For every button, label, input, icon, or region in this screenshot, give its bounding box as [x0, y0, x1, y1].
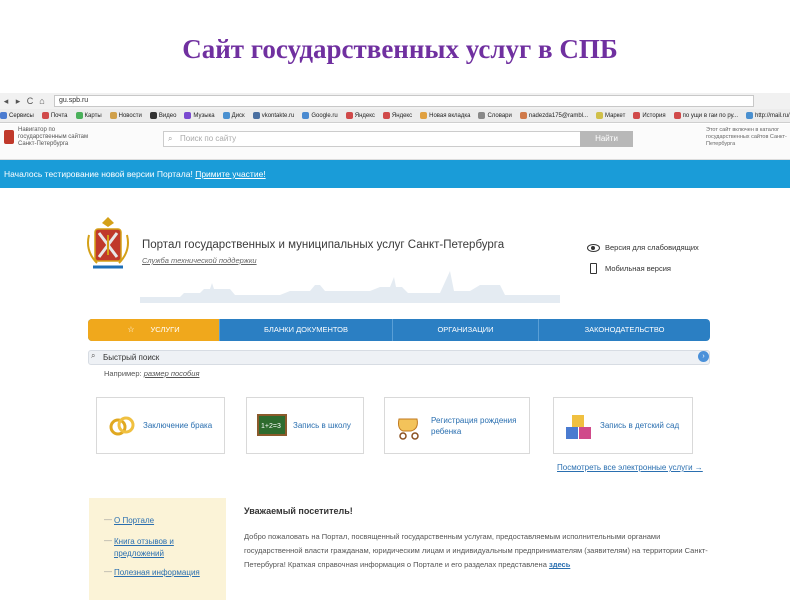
banner-link[interactable]: Примите участие!	[195, 169, 265, 179]
mobile-version-link[interactable]: Мобильная версия	[587, 263, 671, 274]
support-link[interactable]: Служба технической поддержки	[142, 256, 257, 265]
bookmark-icon	[184, 112, 192, 119]
back-icon[interactable]: ◂	[0, 96, 12, 107]
test-banner: Началось тестирование новой версии Порта…	[0, 160, 790, 188]
bookmark-item[interactable]: Видео	[149, 112, 176, 119]
all-services-link[interactable]: Посмотреть все электронные услуги →	[557, 463, 703, 472]
bookmark-item[interactable]: Яндекс	[345, 112, 375, 119]
find-button[interactable]: Найти	[580, 131, 633, 147]
search-icon: ⌕	[168, 134, 173, 143]
bookmark-item[interactable]: Новая вкладка	[420, 112, 470, 119]
accessibility-label: Версия для слабовидящих	[605, 243, 699, 252]
bookmark-icon	[478, 112, 486, 119]
bookmark-item[interactable]: http://mail.ru/cnt/7...	[746, 112, 790, 119]
sidebar-item-useful-info[interactable]: Полезная информация	[114, 567, 200, 579]
svg-text:1+2=3: 1+2=3	[261, 423, 281, 430]
search-example: Например: размер пособия	[104, 369, 199, 378]
bookmark-item[interactable]: по ущи в гаи по ру...	[673, 112, 738, 119]
navigator-strip: Навигатор по государственным сайтам Санк…	[0, 124, 790, 160]
forward-icon[interactable]: ▸	[12, 96, 24, 107]
url-field[interactable]: gu.spb.ru	[54, 95, 754, 107]
bookmark-item[interactable]: Словари	[478, 112, 512, 119]
sidebar-item-feedback[interactable]: Книга отзывов и предложений	[114, 536, 204, 560]
bookmark-item[interactable]: Почта	[41, 112, 68, 119]
quick-search-input[interactable]: Быстрый поиск	[88, 350, 710, 365]
accessibility-version-link[interactable]: Версия для слабовидящих	[587, 243, 699, 252]
navigator-text[interactable]: Навигатор по государственным сайтам Санк…	[18, 127, 98, 148]
bookmark-item[interactable]: Сервисы	[0, 112, 34, 119]
sidebar-item-about[interactable]: О Портале	[114, 515, 154, 527]
bookmark-icon	[382, 112, 390, 119]
bookmark-item[interactable]: Новости	[109, 112, 142, 119]
service-card-school[interactable]: 1+2=3 Запись в школу	[246, 397, 364, 454]
example-link[interactable]: размер пособия	[144, 369, 200, 378]
service-card-birth-registration[interactable]: Регистрация рождения ребенка	[384, 397, 530, 454]
spb-flag-icon	[4, 130, 14, 144]
bookmark-icon	[302, 112, 310, 119]
bookmarks-bar: Сервисы Почта Карты Новости Видео Музыка Диск v…	[0, 109, 790, 123]
bookmark-icon	[222, 112, 230, 119]
chalkboard-icon: 1+2=3	[257, 411, 287, 441]
slide-title: Сайт государственных услуг в СПБ	[182, 34, 618, 64]
bookmark-icon	[596, 112, 603, 119]
example-prefix: Например:	[104, 369, 142, 378]
spb-coat-of-arms-icon	[87, 217, 129, 269]
bookmark-icon	[149, 112, 157, 119]
bookmark-item[interactable]: Музыка	[184, 112, 215, 119]
service-card-kindergarten[interactable]: Запись в детский сад	[553, 397, 693, 454]
bookmark-icon	[519, 112, 527, 119]
toy-blocks-icon	[564, 411, 594, 441]
portal-title: Портал государственных и муниципальных у…	[142, 239, 505, 251]
quick-search-go-button[interactable]: ›	[698, 351, 709, 362]
stroller-icon	[395, 411, 425, 441]
bookmark-icon	[420, 112, 428, 119]
phone-icon	[590, 263, 597, 274]
bookmark-item[interactable]: Маркет	[596, 112, 625, 119]
welcome-heading: Уважаемый посетитель!	[244, 506, 353, 516]
bookmark-icon	[345, 112, 353, 119]
bookmark-icon	[633, 112, 641, 119]
bookmark-item[interactable]: Яндекс	[382, 112, 412, 119]
bookmark-item[interactable]: История	[633, 112, 666, 119]
banner-text: Началось тестирование новой версии Порта…	[4, 169, 193, 179]
menu-item-services[interactable]: ☆ УСЛУГИ	[88, 319, 220, 341]
bookmark-icon	[0, 112, 7, 119]
welcome-text: Добро пожаловать на Портал, посвященный …	[244, 532, 708, 569]
menu-item-organizations[interactable]: ОРГАНИЗАЦИИ	[393, 319, 539, 341]
search-icon: ⌕	[91, 351, 96, 360]
service-card-marriage[interactable]: Заключение брака	[96, 397, 225, 454]
menu-item-legislation[interactable]: ЗАКОНОДАТЕЛЬСТВО	[539, 319, 710, 341]
catalog-note: Этот сайт включен в каталог государствен…	[706, 127, 787, 147]
bookmark-item[interactable]: vkontakte.ru	[252, 112, 294, 119]
address-bar-row: ◂ ▸ C ⌂ gu.spb.ru	[0, 93, 790, 109]
bookmark-item[interactable]: Диск	[222, 112, 245, 119]
menu-item-forms[interactable]: БЛАНКИ ДОКУМЕНТОВ	[220, 319, 393, 341]
main-menu: ☆ УСЛУГИ БЛАНКИ ДОКУМЕНТОВ ОРГАНИЗАЦИИ ЗА…	[88, 319, 710, 341]
bookmark-icon	[673, 112, 681, 119]
site-search-input[interactable]: Поиск по сайту	[163, 131, 633, 147]
city-skyline-image	[140, 271, 560, 303]
bookmark-icon	[109, 112, 117, 119]
bookmark-item[interactable]: Карты	[75, 112, 102, 119]
star-icon: ☆	[127, 325, 135, 334]
bookmark-item[interactable]: Google.ru	[302, 112, 338, 119]
bookmark-icon	[75, 112, 83, 119]
eye-icon	[587, 243, 600, 252]
browser-screenshot: ◂ ▸ C ⌂ gu.spb.ru Сервисы Почта Карты Новос…	[0, 93, 790, 600]
reload-icon[interactable]: C	[24, 96, 36, 106]
bookmark-icon	[41, 112, 49, 119]
mobile-label: Мобильная версия	[605, 264, 671, 273]
bookmark-icon	[746, 112, 754, 119]
here-link[interactable]: здесь	[549, 560, 570, 569]
home-icon[interactable]: ⌂	[36, 96, 48, 106]
rings-icon	[107, 411, 137, 441]
bookmark-item[interactable]: nadezda175@rambl...	[519, 112, 588, 119]
bookmark-icon	[252, 112, 260, 119]
